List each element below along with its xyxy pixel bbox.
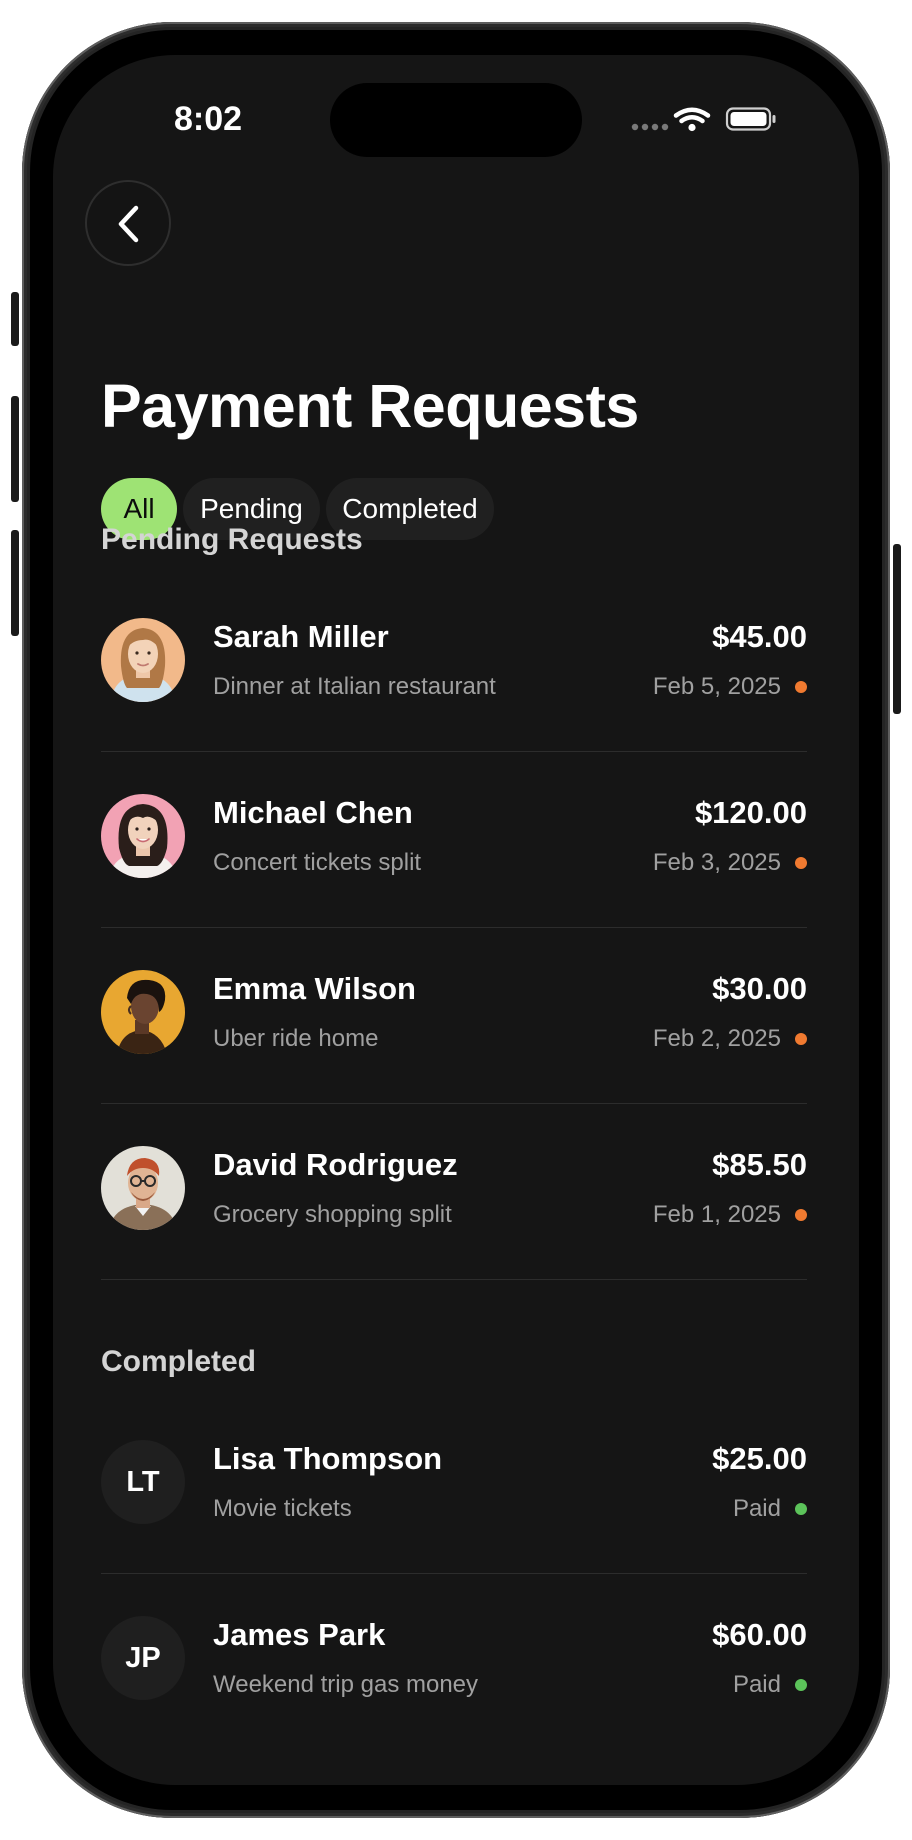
avatar (101, 1146, 185, 1230)
paid-status-dot (795, 1679, 807, 1691)
volume-up-button (11, 396, 19, 502)
action-button (11, 292, 19, 346)
request-date: Feb 3, 2025 (652, 849, 781, 876)
request-note: Uber ride home (213, 1025, 379, 1052)
request-row[interactable]: JP James Park Weekend trip gas money $60… (101, 1574, 807, 1750)
request-date: Feb 2, 2025 (652, 1025, 781, 1052)
dynamic-island (330, 83, 582, 157)
request-amount: $60.00 (712, 1617, 807, 1652)
power-button (893, 544, 901, 714)
request-row[interactable]: Sarah Miller Dinner at Italian restauran… (101, 576, 807, 752)
avatar (101, 618, 185, 702)
pending-status-dot (795, 1033, 807, 1045)
avatar (101, 794, 185, 878)
avatar-photo-sarah (101, 618, 185, 702)
chevron-left-icon (118, 205, 139, 243)
avatar (101, 970, 185, 1054)
avatar-photo-emma (101, 970, 185, 1054)
requester-name: Sarah Miller (213, 619, 389, 654)
request-amount: $120.00 (694, 795, 807, 830)
completed-section-title: Completed (101, 1345, 257, 1378)
request-row[interactable]: Emma Wilson Uber ride home $30.00 Feb 2,… (101, 928, 807, 1104)
requester-name: David Rodriguez (213, 1147, 458, 1182)
request-note: Movie tickets (213, 1495, 352, 1522)
request-note: Grocery shopping split (213, 1201, 452, 1228)
pending-status-dot (795, 1209, 807, 1221)
status-time: 8:02 (173, 100, 243, 138)
request-date: Feb 1, 2025 (652, 1201, 781, 1228)
request-amount: $85.50 (712, 1147, 807, 1182)
app-screen: 8:02 Payment Requests All Pending Comple… (53, 55, 859, 1785)
request-amount: $30.00 (712, 971, 807, 1006)
request-meta: Feb 3, 2025 (653, 848, 807, 878)
avatar-photo-michael (101, 794, 185, 878)
request-row[interactable]: Michael Chen Concert tickets split $120.… (101, 752, 807, 928)
back-button[interactable] (85, 180, 171, 266)
request-row[interactable]: LT Lisa Thompson Movie tickets $25.00 Pa… (101, 1398, 807, 1574)
request-meta: Paid (733, 1494, 807, 1524)
request-meta: Feb 5, 2025 (653, 672, 807, 702)
request-note: Weekend trip gas money (213, 1671, 479, 1698)
request-note: Concert tickets split (213, 849, 422, 876)
requester-name: Lisa Thompson (213, 1441, 443, 1476)
request-amount: $45.00 (712, 619, 807, 654)
requester-name: Michael Chen (213, 795, 413, 830)
request-meta: Feb 1, 2025 (653, 1200, 807, 1230)
avatar-initials: JP (101, 1616, 185, 1700)
request-meta: Feb 2, 2025 (653, 1024, 807, 1054)
requester-name: James Park (213, 1617, 386, 1652)
avatar-initials: LT (101, 1440, 185, 1524)
wifi-icon (673, 107, 711, 132)
cellular-signal-icon (631, 123, 669, 131)
page-title: Payment Requests (101, 372, 639, 440)
requester-name: Emma Wilson (213, 971, 416, 1006)
pending-status-dot (795, 857, 807, 869)
request-amount: $25.00 (712, 1441, 807, 1476)
pending-status-dot (795, 681, 807, 693)
request-note: Dinner at Italian restaurant (213, 673, 496, 700)
row-divider (101, 1279, 807, 1280)
status-icons (630, 105, 810, 135)
battery-icon (725, 107, 776, 131)
pending-section-title: Pending Requests (101, 523, 363, 556)
request-meta: Paid (733, 1670, 807, 1700)
request-row[interactable]: David Rodriguez Grocery shopping split $… (101, 1104, 807, 1280)
signal-wifi-battery-icons (631, 107, 776, 132)
request-status-label: Paid (732, 1671, 781, 1698)
request-status-label: Paid (732, 1495, 781, 1522)
request-date: Feb 5, 2025 (652, 673, 781, 700)
volume-down-button (11, 530, 19, 636)
paid-status-dot (795, 1503, 807, 1515)
avatar-photo-david (101, 1146, 185, 1230)
